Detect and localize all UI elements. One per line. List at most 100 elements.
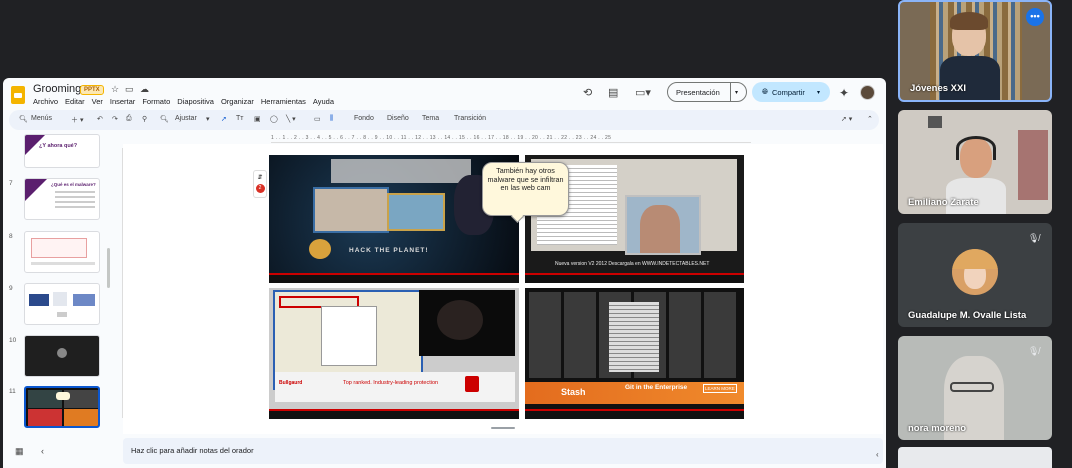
divider	[730, 83, 731, 101]
slides-window: Grooming PPTX ☆ ▭ ☁ Archivo Editar Ver I…	[3, 78, 886, 468]
cloud-status-icon[interactable]: ☁	[140, 84, 149, 95]
speaker-spotlight-icon[interactable]: ⇵ 2	[253, 170, 267, 198]
speaker-notes[interactable]: Haz clic para añadir notas del orador	[123, 438, 883, 464]
comment-icon[interactable]: ▭	[314, 115, 321, 123]
transition-button[interactable]: Transición	[454, 115, 486, 122]
git-text: Git in the Enterprise	[625, 384, 688, 391]
theme-button[interactable]: Tema	[422, 115, 439, 122]
text-box-icon[interactable]: Tт	[236, 115, 243, 122]
thumb-text: ¿Y ahora qué?	[39, 143, 78, 149]
zoom-icon[interactable]: 🔍︎	[160, 115, 169, 123]
participant-tile[interactable]: Emiliano Zarate	[898, 110, 1052, 214]
hack-text: HACK THE PLANET!	[349, 247, 429, 254]
learn-more-text: LEARN MORE	[703, 384, 737, 393]
stash-text: Stash	[561, 387, 586, 397]
participant-tile[interactable]: ••• Jóvenes XXI	[898, 0, 1052, 102]
menu-diapositiva[interactable]: Diapositiva	[177, 97, 214, 106]
print-icon[interactable]: ⎙	[126, 115, 132, 123]
mic-muted-icon: 🎙︎̸	[1028, 346, 1040, 356]
shape-icon[interactable]: ◯	[270, 115, 278, 123]
comments-icon[interactable]: ▤	[608, 86, 618, 99]
participant-tile[interactable]: 🎙︎̸ nora moreno	[898, 336, 1052, 440]
horizontal-ruler: 1 . . 1 . . 2 . . 3 . . 4 . . 5 . . 6 . …	[271, 135, 751, 143]
thumb-text: ¿Qué es el malware?	[51, 182, 96, 187]
filmstrip: ¿Y ahora qué? 7 ¿Qué es el malware? 8 9 …	[3, 132, 113, 432]
mic-muted-icon: 🎙︎̸	[1028, 233, 1040, 243]
vertical-ruler	[116, 148, 123, 418]
slide-thumb-11[interactable]	[24, 386, 100, 428]
history-icon[interactable]: ⟲	[583, 86, 592, 99]
chevron-left-icon[interactable]: ‹	[876, 450, 879, 459]
zoom-select[interactable]: Ajustar	[175, 115, 197, 122]
layout-button[interactable]: Diseño	[387, 115, 409, 122]
align-icon[interactable]: ⫼	[330, 115, 333, 123]
screenshot-webcam-grid: Stash Git in the Enterprise LEARN MORE	[525, 288, 744, 419]
participant-name: Guadalupe M. Ovalle Lista	[908, 310, 1027, 321]
undo-icon[interactable]: ↶	[97, 115, 103, 123]
more-options-icon[interactable]: •••	[1026, 8, 1044, 26]
select-cursor-icon[interactable]: ➚	[221, 115, 227, 123]
star-icon[interactable]: ☆	[111, 84, 119, 95]
slide-thumb-9[interactable]	[24, 283, 100, 325]
slide-number: 8	[9, 233, 13, 240]
slide-thumb-8[interactable]	[24, 231, 100, 273]
image-icon[interactable]: ▣	[254, 115, 261, 123]
new-slide-icon[interactable]: ＋ ▾	[71, 115, 83, 125]
menu-editar[interactable]: Editar	[65, 97, 85, 106]
slide-number: 10	[9, 337, 17, 344]
avatar	[952, 249, 998, 295]
redo-icon[interactable]: ↷	[112, 115, 118, 123]
version-text: Nueva version V2 2012 Descargala en WWW.…	[555, 261, 710, 267]
participant-name: Emiliano Zarate	[908, 197, 979, 208]
chevron-down-icon[interactable]: ▾	[735, 89, 738, 96]
search-icon[interactable]: 🔍︎	[19, 115, 28, 123]
menu-bar: Archivo Editar Ver Insertar Formato Diap…	[33, 97, 334, 106]
present-button[interactable]: Presentación ▾	[667, 82, 747, 102]
gemini-sparkle-icon[interactable]: ✦	[839, 86, 849, 100]
menu-formato[interactable]: Formato	[142, 97, 170, 106]
slide-thumb-6[interactable]: ¿Y ahora qué?	[24, 134, 100, 168]
slide-number: 9	[9, 285, 13, 292]
menu-archivo[interactable]: Archivo	[33, 97, 58, 106]
grid-view-icon[interactable]: ▦	[15, 446, 24, 457]
globe-icon: 🌐︎	[762, 87, 768, 96]
filmstrip-scrollbar[interactable]	[107, 248, 110, 288]
paint-format-icon[interactable]: ⚲	[142, 115, 147, 123]
participant-name: Jóvenes XXI	[910, 83, 966, 94]
slide-thumb-10[interactable]	[24, 335, 100, 377]
menu-organizar[interactable]: Organizar	[221, 97, 254, 106]
menu-ver[interactable]: Ver	[92, 97, 103, 106]
participant-name: nora moreno	[908, 423, 967, 434]
account-avatar[interactable]	[860, 85, 875, 100]
menu-insertar[interactable]: Insertar	[110, 97, 135, 106]
doc-title[interactable]: Grooming	[33, 83, 81, 95]
meet-camera-icon[interactable]: ▭▾	[635, 86, 651, 99]
slide-number: 7	[9, 180, 13, 187]
chevron-down-icon[interactable]: ▾	[206, 115, 210, 123]
callout-bubble[interactable]: También hay otros malware que se infiltr…	[482, 162, 569, 216]
tile-partial	[898, 447, 1052, 468]
present-label: Presentación	[676, 87, 720, 97]
meet-stage: Grooming PPTX ☆ ▭ ☁ Archivo Editar Ver I…	[0, 0, 1072, 468]
slides-logo-icon[interactable]	[11, 86, 25, 104]
protection-text: Top ranked. Industry-leading protection	[343, 380, 439, 386]
participant-tile[interactable]: 🎙︎̸ Guadalupe M. Ovalle Lista	[898, 223, 1052, 327]
collapse-panel-icon[interactable]: ‹	[41, 446, 44, 456]
chevron-down-icon: ▾	[816, 89, 820, 96]
line-icon[interactable]: ╲ ▾	[286, 115, 296, 123]
slide-thumb-7[interactable]: ¿Qué es el malware?	[24, 178, 100, 220]
slide-number: 11	[9, 388, 16, 395]
screenshot-malware-window: Bullgaurd Top ranked. Industry-leading p…	[269, 288, 519, 419]
share-button[interactable]: 🌐︎ Compartir ▾	[752, 82, 830, 102]
share-label: Compartir	[772, 87, 805, 97]
menu-ayuda[interactable]: Ayuda	[313, 97, 334, 106]
background-button[interactable]: Fondo	[354, 115, 374, 122]
toolbar: 🔍︎ Menús ＋ ▾ ↶ ↷ ⎙ ⚲ 🔍︎ Ajustar ▾ ➚ Tт ▣…	[9, 110, 879, 130]
menus-search[interactable]: Menús	[31, 115, 52, 122]
file-type-badge: PPTX	[80, 85, 104, 95]
menu-herramientas[interactable]: Herramientas	[261, 97, 306, 106]
pen-icon[interactable]: ➚ ▾	[841, 115, 852, 123]
notes-resize-handle[interactable]	[491, 427, 515, 429]
collapse-toolbar-icon[interactable]: ⌃	[867, 115, 873, 123]
move-folder-icon[interactable]: ▭	[125, 84, 134, 95]
